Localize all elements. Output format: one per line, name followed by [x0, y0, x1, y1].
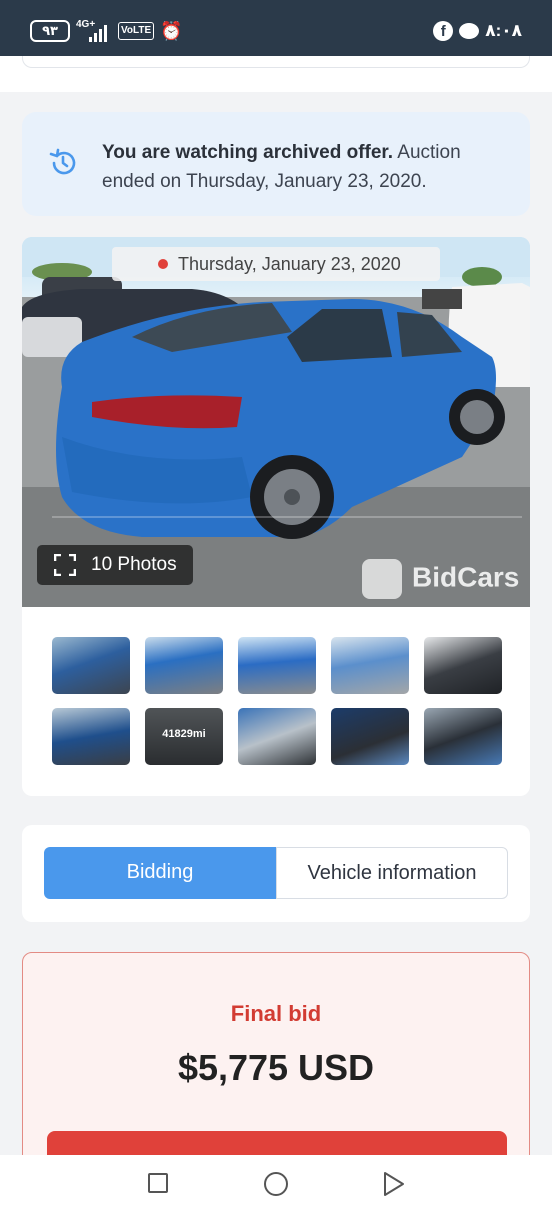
status-left: ٩٣ 4G+ VoLTE ⏰	[30, 20, 183, 42]
thumbnail-6[interactable]	[52, 708, 130, 765]
volte-badge: VoLTE	[118, 22, 155, 40]
status-time: ٨:٠٨	[485, 21, 522, 40]
tab-vehicle-information[interactable]: Vehicle information	[276, 847, 508, 899]
thumbnail-1[interactable]	[52, 637, 130, 694]
thumbnail-5[interactable]	[424, 637, 502, 694]
signal-icon: 4G+	[76, 20, 112, 42]
main-vehicle-photo[interactable]: Thursday, January 23, 2020 10 Photos Bid…	[22, 237, 530, 607]
view-photos-button[interactable]: 10 Photos	[37, 545, 193, 585]
status-dot	[158, 259, 168, 269]
messenger-icon	[459, 23, 480, 39]
home-button[interactable]	[264, 1172, 288, 1196]
history-icon	[49, 148, 76, 175]
thumbnail-10[interactable]	[424, 708, 502, 765]
section-tabs-card: Bidding Vehicle information	[22, 825, 530, 922]
final-bid-label: Final bid	[230, 1001, 322, 1026]
status-bar: ٩٣ 4G+ VoLTE ⏰ f ٨:٠٨	[0, 0, 552, 56]
banner-bold-text: You are watching archived offer.	[102, 142, 394, 163]
thumbnail-2[interactable]	[145, 637, 223, 694]
watermark-text: BidCars	[412, 561, 520, 593]
banner-message: You are watching archived offer. Auction…	[102, 138, 502, 196]
thumbnail-4[interactable]	[331, 637, 409, 694]
final-bid-card: Final bid $5,775 USD	[22, 952, 530, 1182]
alarm-icon: ⏰	[160, 21, 183, 41]
thumbnail-3[interactable]	[238, 637, 316, 694]
archived-offer-banner: You are watching archived offer. Auction…	[22, 112, 530, 216]
auction-date: Thursday, January 23, 2020	[178, 254, 401, 274]
back-button[interactable]	[382, 1171, 406, 1197]
status-right: f ٨:٠٨	[433, 21, 522, 41]
bidcars-logo-icon	[362, 559, 402, 599]
thumbnail-9[interactable]	[331, 708, 409, 765]
system-navigation-bar	[0, 1155, 552, 1214]
odometer-label: 41829mi	[162, 728, 206, 740]
battery-indicator: ٩٣	[30, 20, 70, 42]
thumbnail-8[interactable]	[238, 708, 316, 765]
bidcars-watermark: BidCars	[362, 559, 519, 599]
photos-count-label: 10 Photos	[91, 554, 177, 575]
final-bid-amount: $5,775 USD	[177, 1047, 375, 1088]
previous-card-bottom	[22, 56, 530, 68]
recents-button[interactable]	[148, 1173, 168, 1193]
thumbnail-grid: 41829mi	[52, 637, 502, 765]
photo-gallery-card: Thursday, January 23, 2020 10 Photos Bid…	[22, 237, 530, 796]
facebook-icon: f	[433, 21, 454, 41]
fullscreen-icon	[54, 554, 76, 576]
thumbnail-7[interactable]: 41829mi	[145, 708, 223, 765]
tab-bidding[interactable]: Bidding	[44, 847, 276, 899]
auction-date-badge: Thursday, January 23, 2020	[112, 247, 440, 281]
